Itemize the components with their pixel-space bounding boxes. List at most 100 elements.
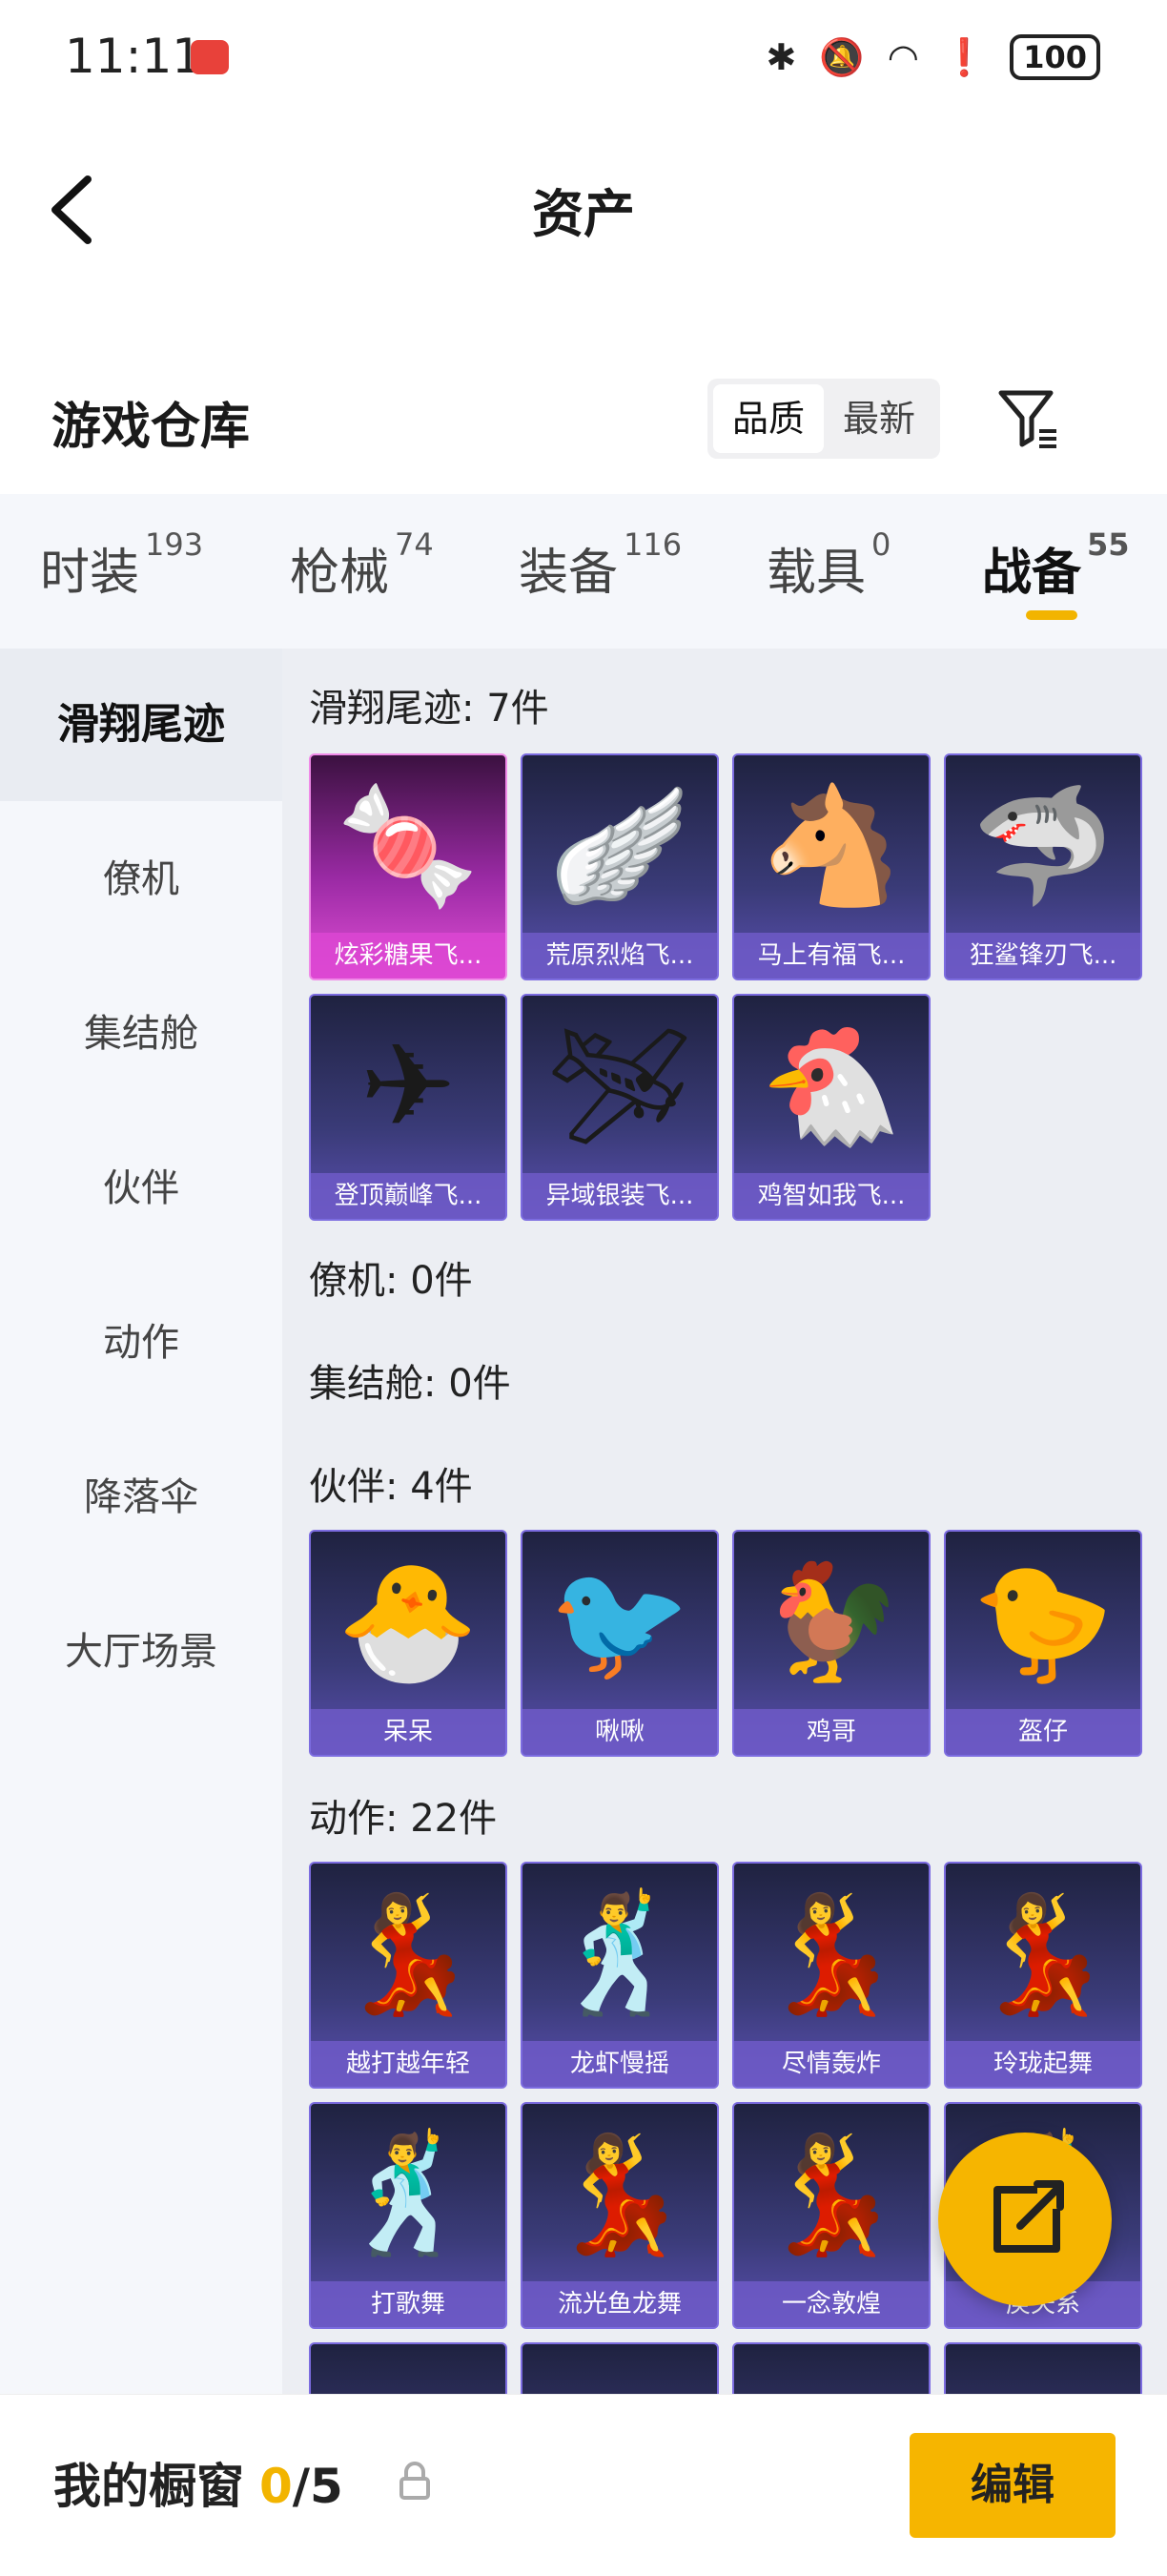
tab-vehicles[interactable]: 载具 0 <box>767 526 891 604</box>
item-card[interactable]: 💃 尽情轰炸 <box>732 1862 931 2089</box>
sidenav-item-emote[interactable]: 动作 <box>0 1267 282 1419</box>
tab-guns[interactable]: 枪械 74 <box>290 526 434 604</box>
dancer-icon: 💃 <box>548 2129 691 2261</box>
mute-bell-icon: 🔕 <box>819 35 865 78</box>
item-label: 打歌舞 <box>311 2281 505 2327</box>
active-tab-indicator <box>1026 610 1077 620</box>
item-card[interactable] <box>732 2342 931 2394</box>
app-header: 资产 <box>0 114 1167 296</box>
item-label: 盔仔 <box>946 1709 1140 1755</box>
dancer-icon: 💃 <box>337 1888 480 2021</box>
dancer-icon: 💃 <box>760 1888 903 2021</box>
item-card[interactable]: 🐤 盔仔 <box>944 1530 1142 1757</box>
item-card[interactable]: 🐔 鸡智如我飞... <box>732 994 931 1221</box>
dancer-icon: 💃 <box>972 1888 1115 2021</box>
item-card[interactable]: 💃 一念敦煌 <box>732 2102 931 2329</box>
item-label: 一念敦煌 <box>734 2281 929 2327</box>
item-card[interactable] <box>309 2342 507 2394</box>
item-card[interactable]: 🦈 狂鲨锋刃飞... <box>944 753 1142 980</box>
wifi-icon: ◠ <box>887 36 919 78</box>
category-heading-glide: 滑翔尾迹: 7件 <box>309 687 549 731</box>
dancer-icon: 🕺 <box>337 2129 480 2261</box>
item-label: 荒原烈焰飞... <box>522 933 717 979</box>
pink-bird-icon: 🐦 <box>548 1556 691 1689</box>
item-label: 鸡哥 <box>734 1709 929 1755</box>
tab-battle-prep[interactable]: 战备 55 <box>982 526 1130 604</box>
showcase-count: 0 <box>259 2459 293 2514</box>
bluetooth-icon: ✱ <box>766 36 797 78</box>
share-fab-button[interactable] <box>938 2133 1112 2306</box>
sort-newest-button[interactable]: 最新 <box>824 384 934 453</box>
showcase-label: 我的橱窗 0/5 <box>53 2459 343 2514</box>
notification-app-icon <box>191 40 229 74</box>
sidenav-item-glide-trail[interactable]: 滑翔尾迹 <box>0 649 282 801</box>
sidenav-item-assembly-pod[interactable]: 集结舱 <box>0 958 282 1110</box>
category-heading-wingman: 僚机: 0件 <box>309 1259 473 1303</box>
dancer-icon: 🕺 <box>548 1888 691 2021</box>
category-heading-pod: 集结舱: 0件 <box>309 1362 511 1406</box>
edit-button[interactable]: 编辑 <box>910 2433 1116 2538</box>
chicken-glider-icon: 🐔 <box>760 1020 903 1153</box>
item-card[interactable]: 🐓 鸡哥 <box>732 1530 931 1757</box>
battery-indicator: 100 <box>1010 34 1100 80</box>
sidenav-item-lobby-scene[interactable]: 大厅场景 <box>0 1576 282 1728</box>
alert-icon: ❗ <box>941 35 988 78</box>
horse-glider-icon: 🐴 <box>760 780 903 913</box>
item-card[interactable]: 🐣 呆呆 <box>309 1530 507 1757</box>
item-label: 龙虾慢摇 <box>522 2041 717 2087</box>
chick-icon: 🐣 <box>337 1556 480 1689</box>
item-label: 越打越年轻 <box>311 2041 505 2087</box>
item-card[interactable]: 🕺 龙虾慢摇 <box>521 1862 719 2089</box>
item-card[interactable]: 🐴 马上有福飞... <box>732 753 931 980</box>
item-card[interactable]: 🍬 炫彩糖果飞... <box>309 753 507 980</box>
item-card[interactable]: 🪽 荒原烈焰飞... <box>521 753 719 980</box>
sidenav-item-parachute[interactable]: 降落伞 <box>0 1421 282 1574</box>
item-card[interactable] <box>521 2342 719 2394</box>
candy-glider-icon: 🍬 <box>337 780 480 913</box>
section-title: 游戏仓库 <box>51 399 251 456</box>
sort-toggle: 品质 最新 <box>707 379 941 459</box>
flame-glider-icon: 🪽 <box>548 780 691 913</box>
item-label: 登顶巅峰飞... <box>311 1173 505 1219</box>
item-card[interactable]: 🛩 异域银装飞... <box>521 994 719 1221</box>
showcase-total: /5 <box>292 2459 343 2514</box>
rooster-icon: 🐓 <box>760 1556 903 1689</box>
category-tabs: 时装 193 枪械 74 装备 116 载具 0 战备 55 <box>0 494 1167 649</box>
sidenav-item-partner[interactable]: 伙伴 <box>0 1112 282 1265</box>
item-label: 呆呆 <box>311 1709 505 1755</box>
item-card[interactable] <box>944 2342 1142 2394</box>
item-label: 尽情轰炸 <box>734 2041 929 2087</box>
item-label: 啾啾 <box>522 1709 717 1755</box>
category-heading-partner: 伙伴: 4件 <box>309 1465 473 1509</box>
page-title: 资产 <box>532 184 635 244</box>
item-card[interactable]: ✈ 登顶巅峰飞... <box>309 994 507 1221</box>
status-time: 11:11 <box>65 29 203 84</box>
item-label: 马上有福飞... <box>734 933 929 979</box>
showcase-bar: 我的橱窗 0/5 编辑 <box>0 2394 1167 2576</box>
helmet-chick-icon: 🐤 <box>972 1556 1115 1689</box>
item-label: 玲珑起舞 <box>946 2041 1140 2087</box>
tab-gear[interactable]: 装备 116 <box>519 526 682 604</box>
filter-icon[interactable] <box>995 385 1062 452</box>
item-label: 流光鱼龙舞 <box>522 2281 717 2327</box>
item-label: 狂鲨锋刃飞... <box>946 933 1140 979</box>
silver-glider-icon: 🛩 <box>546 1020 693 1153</box>
item-card[interactable]: 💃 流光鱼龙舞 <box>521 2102 719 2329</box>
status-bar: 11:11 ✱ 🔕 ◠ ❗ 100 <box>0 0 1167 114</box>
dancer-icon: 💃 <box>760 2129 903 2261</box>
item-card[interactable]: 💃 玲珑起舞 <box>944 1862 1142 2089</box>
sidenav-item-wingman[interactable]: 僚机 <box>0 803 282 956</box>
summit-glider-icon: ✈ <box>359 1020 457 1153</box>
item-card[interactable]: 🐦 啾啾 <box>521 1530 719 1757</box>
item-card[interactable]: 🕺 打歌舞 <box>309 2102 507 2329</box>
warehouse-header: 游戏仓库 品质 最新 <box>0 362 1167 477</box>
item-label: 炫彩糖果飞... <box>311 933 505 979</box>
shark-glider-icon: 🦈 <box>972 780 1115 913</box>
sort-quality-button[interactable]: 品质 <box>713 384 825 453</box>
share-icon <box>993 2180 1064 2253</box>
tab-fashion[interactable]: 时装 193 <box>40 526 203 604</box>
side-nav: 滑翔尾迹 僚机 集结舱 伙伴 动作 降落伞 大厅场景 <box>0 649 282 2394</box>
item-label: 异域银装飞... <box>522 1173 717 1219</box>
item-card[interactable]: 💃 越打越年轻 <box>309 1862 507 2089</box>
lock-icon <box>399 2462 430 2500</box>
